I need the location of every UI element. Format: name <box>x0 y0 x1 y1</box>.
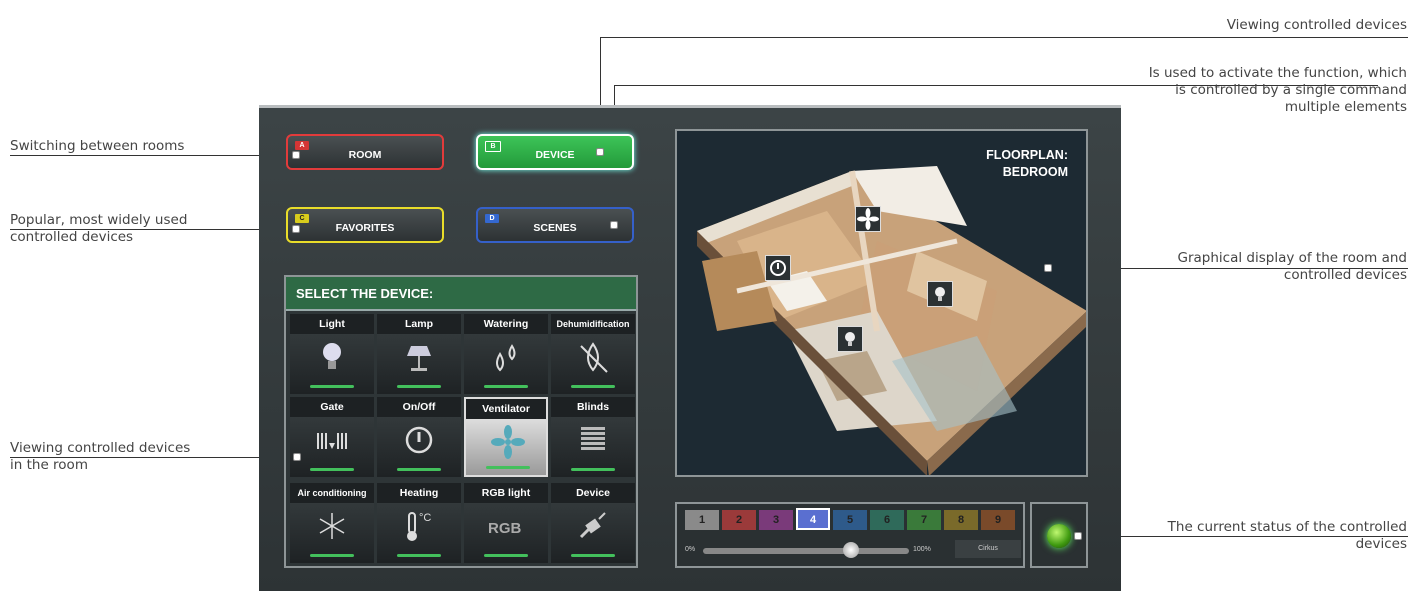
device-selector-title: SELECT THE DEVICE: <box>286 277 636 311</box>
slider-max-label: 100% <box>913 546 931 553</box>
no-drop-icon <box>573 338 613 376</box>
water-drops-icon <box>486 338 526 376</box>
bulb-marker-icon[interactable] <box>837 326 863 352</box>
blinds-icon <box>573 421 613 459</box>
device-tile-lamp[interactable]: Lamp <box>377 314 461 394</box>
device-tile-label: Ventilator <box>466 399 546 419</box>
device-status-bar <box>484 385 528 388</box>
annotation-graphical: Graphical display of the room and control… <box>1177 250 1408 283</box>
device-tile-label: On/Off <box>377 397 461 417</box>
device-tile-label: Blinds <box>551 397 635 417</box>
slider-min-label: 0% <box>685 546 696 553</box>
pointer-dot <box>293 226 299 232</box>
annotation-activate: Is used to activate the function, which i… <box>1148 65 1407 115</box>
status-led-icon <box>1047 524 1071 548</box>
device-status-bar <box>571 385 615 388</box>
power-marker-icon[interactable] <box>765 255 791 281</box>
fan-marker-icon[interactable] <box>855 206 881 232</box>
annotation-status: The current status of the controlled devi… <box>1167 519 1407 552</box>
device-tile-label: Light <box>290 314 374 334</box>
device-status-bar <box>571 554 615 557</box>
dimmer-slider[interactable] <box>703 548 909 554</box>
device-tile-label: Gate <box>290 397 374 417</box>
device-tile-rgb-light[interactable]: RGB light RGB <box>464 483 548 563</box>
preset-button[interactable]: Cirkus <box>955 540 1021 558</box>
pointer-dot <box>611 222 617 228</box>
svg-text:RGB: RGB <box>488 520 522 537</box>
device-tile-label: Heating <box>377 483 461 503</box>
device-tile-gate[interactable]: Gate <box>290 397 374 477</box>
device-tile-dehumidification[interactable]: Dehumidification <box>551 314 635 394</box>
tag-d: D <box>485 214 499 223</box>
tag-b: B <box>485 141 501 152</box>
scene-number-9[interactable]: 9 <box>981 510 1015 530</box>
device-status-bar <box>310 468 354 471</box>
device-tile-blinds[interactable]: Blinds <box>551 397 635 477</box>
device-tile-label: Dehumidification <box>551 314 635 334</box>
power-icon <box>399 421 439 459</box>
device-status-bar <box>486 466 530 469</box>
pointer-dot <box>597 149 603 155</box>
scene-number-8[interactable]: 8 <box>944 510 978 530</box>
floorplan-view: FLOORPLAN: BEDROOM <box>675 129 1088 477</box>
device-status-bar <box>397 554 441 557</box>
plug-icon <box>573 507 613 545</box>
tag-a: A <box>295 141 309 150</box>
pointer-dot <box>294 454 300 460</box>
device-tile-watering[interactable]: Watering <box>464 314 548 394</box>
annotation-rooms: Switching between rooms <box>10 138 185 154</box>
fan-icon <box>488 423 528 461</box>
device-tile-heating[interactable]: Heating °C <box>377 483 461 563</box>
scene-number-7[interactable]: 7 <box>907 510 941 530</box>
lamp-icon <box>399 338 439 376</box>
floorplan-title: FLOORPLAN: BEDROOM <box>986 148 1068 179</box>
device-tile-light[interactable]: Light <box>290 314 374 394</box>
pointer-dot <box>293 152 299 158</box>
annotation-popular: Popular, most widely used controlled devi… <box>10 212 188 245</box>
device-tile-device[interactable]: Device <box>551 483 635 563</box>
device-tile-label: RGB light <box>464 483 548 503</box>
device-tile-label: Watering <box>464 314 548 334</box>
device-button[interactable]: B DEVICE <box>476 134 634 170</box>
scene-number-6[interactable]: 6 <box>870 510 904 530</box>
device-status-bar <box>310 385 354 388</box>
device-tile-ventilator[interactable]: Ventilator <box>464 397 548 477</box>
favorites-button[interactable]: C FAVORITES <box>286 207 444 243</box>
svg-text:°C: °C <box>419 512 431 524</box>
floorplan-illustration <box>697 166 1086 475</box>
room-button[interactable]: A ROOM <box>286 134 444 170</box>
slider-knob[interactable] <box>843 542 860 558</box>
device-tile-label: Air conditioning <box>290 483 374 503</box>
annotation-room-devices: Viewing controlled devices in the room <box>10 440 191 473</box>
scene-number-4[interactable]: 4 <box>796 508 830 530</box>
device-tile-label: Device <box>551 483 635 503</box>
status-bar: 123456789 0% 100% Cirkus <box>675 502 1025 568</box>
thermometer-icon: °C <box>399 507 439 545</box>
device-tile-on-off[interactable]: On/Off <box>377 397 461 477</box>
device-status-bar <box>397 385 441 388</box>
bulb-marker-icon[interactable] <box>927 281 953 307</box>
snowflake-icon <box>312 507 352 545</box>
scene-number-3[interactable]: 3 <box>759 510 793 530</box>
device-status-bar <box>571 468 615 471</box>
gate-icon <box>312 421 352 459</box>
tag-c: C <box>295 214 309 223</box>
annotation-viewing: Viewing controlled devices <box>1226 17 1407 33</box>
scene-number-1[interactable]: 1 <box>685 510 719 530</box>
rgb-icon: RGB <box>486 507 526 545</box>
device-status-bar <box>310 554 354 557</box>
pointer-dot <box>1045 265 1051 271</box>
scene-number-5[interactable]: 5 <box>833 510 867 530</box>
device-status-bar <box>484 554 528 557</box>
scene-number-2[interactable]: 2 <box>722 510 756 530</box>
device-tile-air-conditioning[interactable]: Air conditioning <box>290 483 374 563</box>
bulb-icon <box>312 338 352 376</box>
pointer-dot <box>1075 533 1081 539</box>
device-tile-label: Lamp <box>377 314 461 334</box>
device-status-bar <box>397 468 441 471</box>
